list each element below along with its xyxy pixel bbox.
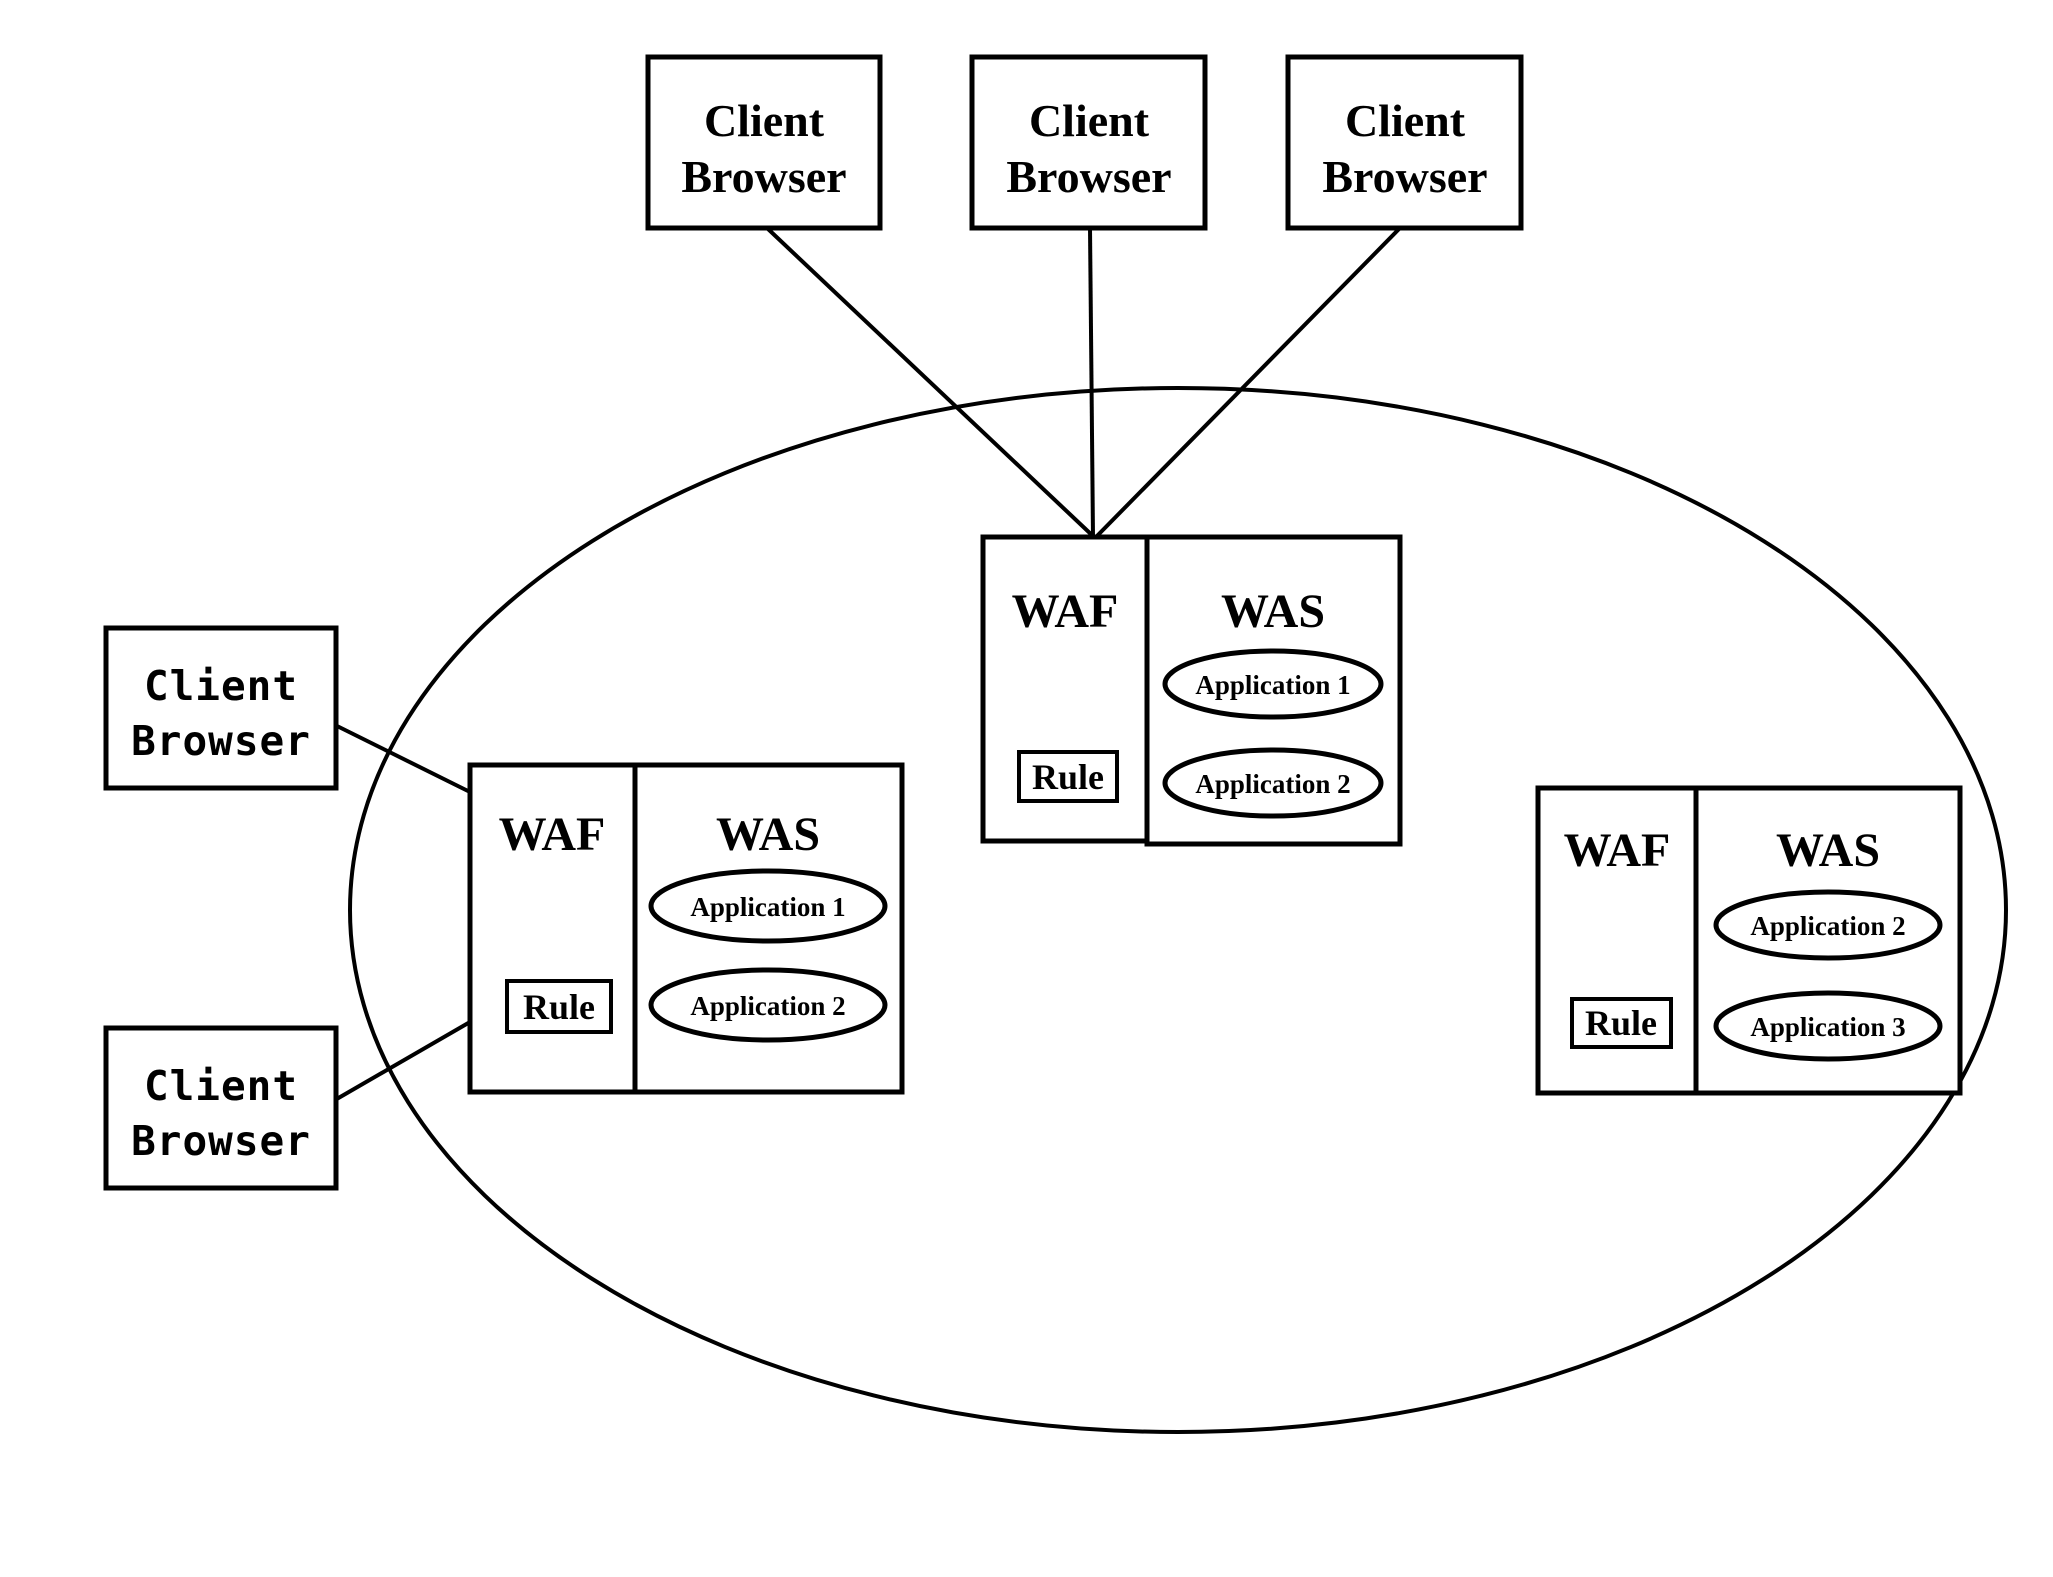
application-label-center-1: Application 1 xyxy=(1195,670,1350,700)
client-browser-side-1-line2: Browser xyxy=(131,717,311,765)
client-browser-top-2-line2: Browser xyxy=(1006,151,1171,202)
application-label-left-2: Application 2 xyxy=(690,991,845,1021)
client-browser-top-1[interactable]: Client Browser xyxy=(645,54,883,231)
connector-side-client-2 xyxy=(333,1020,472,1102)
connector-top-client-2 xyxy=(1088,227,1095,538)
was-label-left: WAS xyxy=(716,808,820,861)
client-browser-side-1-line1: Client xyxy=(144,662,298,710)
waf-was-node-center[interactable]: WAF WAS Rule Application 1 Application 2 xyxy=(980,534,1403,847)
rule-label-left: Rule xyxy=(523,987,595,1027)
connector-top-client-1 xyxy=(765,226,1096,539)
client-browser-side-2-line1: Client xyxy=(144,1062,298,1110)
client-browser-top-3-line2: Browser xyxy=(1322,151,1487,202)
waf-label-left: WAF xyxy=(499,808,606,861)
connector-top-client-3 xyxy=(1094,226,1402,539)
waf-label-right: WAF xyxy=(1564,824,1671,877)
waf-was-node-left[interactable]: WAF WAS Rule Application 1 Application 2 xyxy=(467,762,905,1095)
architecture-diagram: Client Browser Client Browser Client Bro… xyxy=(103,54,2008,1434)
application-label-center-2: Application 2 xyxy=(1195,769,1350,799)
waf-was-node-right[interactable]: WAF WAS Rule Application 2 Application 3 xyxy=(1535,785,1963,1096)
client-browser-top-2[interactable]: Client Browser xyxy=(969,54,1208,231)
application-label-right-1: Application 2 xyxy=(1750,911,1905,941)
client-browser-side-2-line2: Browser xyxy=(131,1117,311,1165)
connector-side-client-1 xyxy=(334,723,471,794)
client-browser-top-2-line1: Client xyxy=(1029,95,1150,146)
client-browser-top-3-line1: Client xyxy=(1345,95,1466,146)
waf-label-center: WAF xyxy=(1012,585,1119,638)
rule-label-center: Rule xyxy=(1032,757,1104,797)
rule-label-right: Rule xyxy=(1585,1003,1657,1043)
was-label-center: WAS xyxy=(1221,585,1325,638)
client-browser-side-1[interactable]: Client Browser xyxy=(103,625,339,791)
client-browser-top-1-line2: Browser xyxy=(681,151,846,202)
was-label-right: WAS xyxy=(1776,824,1880,877)
client-browser-top-3[interactable]: Client Browser xyxy=(1285,54,1524,231)
application-label-left-1: Application 1 xyxy=(690,892,845,922)
application-label-right-2: Application 3 xyxy=(1750,1012,1905,1042)
client-browser-side-2[interactable]: Client Browser xyxy=(103,1025,339,1191)
client-browser-top-1-line1: Client xyxy=(704,95,825,146)
diagram-canvas: Client Browser Client Browser Client Bro… xyxy=(0,0,2053,1577)
